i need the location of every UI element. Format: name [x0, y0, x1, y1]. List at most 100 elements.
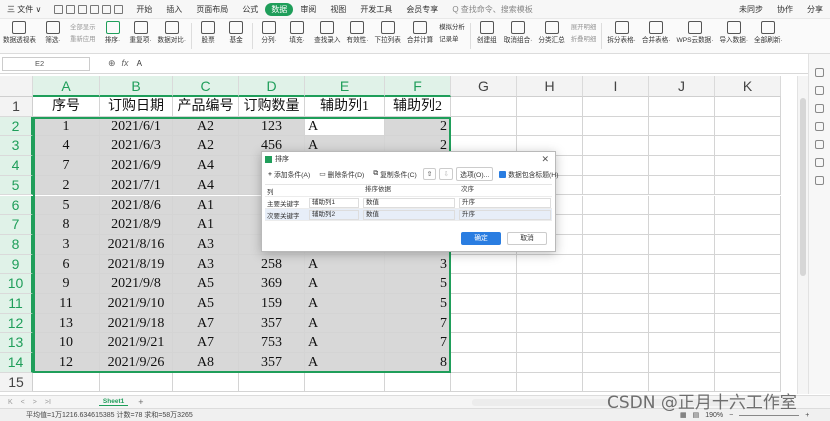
cell-c4[interactable]: A4: [173, 156, 239, 176]
cell-e1[interactable]: 辅助列1: [305, 97, 385, 117]
cell-h11[interactable]: [517, 294, 583, 314]
primary-condition-row[interactable]: 主要关键字 辅助列1 数值 升序: [265, 197, 552, 209]
cell-h10[interactable]: [517, 274, 583, 294]
cell-d13[interactable]: 753: [239, 333, 305, 354]
cell-d12[interactable]: 357: [239, 313, 305, 334]
cell-d15[interactable]: [239, 372, 305, 393]
command-search[interactable]: Q 查找命令、搜索模板: [445, 0, 539, 19]
fx-icon[interactable]: fx: [122, 58, 129, 69]
cell-c12[interactable]: A7: [173, 313, 239, 334]
redo-icon[interactable]: [114, 4, 124, 14]
cell-b1[interactable]: 订购日期: [100, 97, 173, 117]
cell-j2[interactable]: [649, 116, 715, 137]
cell-k2[interactable]: [715, 116, 781, 137]
prev-sheet-icon[interactable]: <: [21, 399, 25, 406]
cell-b9[interactable]: 2021/8/19: [100, 254, 173, 275]
cell-i4[interactable]: [583, 156, 649, 176]
split-table-button[interactable]: 拆分表格·: [604, 19, 639, 45]
cell-b14[interactable]: 2021/9/26: [100, 353, 173, 373]
tab-data[interactable]: 数据: [265, 2, 294, 16]
cell-j1[interactable]: [649, 97, 715, 117]
cell-a15[interactable]: [33, 372, 100, 393]
cell-a12[interactable]: 13: [33, 313, 100, 334]
row-header-12[interactable]: 12: [0, 313, 33, 334]
cell-a10[interactable]: 9: [33, 274, 100, 294]
cell-c15[interactable]: [173, 372, 239, 393]
cell-f11[interactable]: 5: [385, 294, 451, 314]
cell-e2[interactable]: A: [305, 116, 385, 137]
tab-view[interactable]: 视图: [323, 0, 353, 19]
cell-i6[interactable]: [583, 195, 649, 216]
secondary-basis-select[interactable]: 数值: [363, 209, 455, 220]
cell-e14[interactable]: A: [305, 353, 385, 373]
cell-f13[interactable]: 7: [385, 333, 451, 354]
row-header-3[interactable]: 3: [0, 136, 33, 157]
settings-icon[interactable]: [815, 122, 824, 131]
cell-f2[interactable]: 2: [385, 116, 451, 137]
cell-c10[interactable]: A5: [173, 274, 239, 294]
save-icon[interactable]: [54, 4, 64, 14]
subtotal-button[interactable]: 分类汇总: [535, 19, 567, 45]
image-icon[interactable]: [815, 158, 824, 167]
cell-e12[interactable]: A: [305, 313, 385, 334]
add-sheet-button[interactable]: +: [138, 397, 143, 407]
export-icon[interactable]: [90, 4, 100, 14]
secondary-column-select[interactable]: 辅助列2: [309, 209, 359, 220]
cell-k10[interactable]: [715, 274, 781, 294]
cell-b2[interactable]: 2021/6/1: [100, 116, 173, 137]
cell-a11[interactable]: 11: [33, 294, 100, 314]
cell-k6[interactable]: [715, 195, 781, 216]
cell-b4[interactable]: 2021/6/9: [100, 156, 173, 176]
cell-j12[interactable]: [649, 313, 715, 334]
tab-formulas[interactable]: 公式: [235, 0, 265, 19]
stock-button[interactable]: 股票: [194, 19, 222, 45]
cell-g15[interactable]: [451, 372, 517, 393]
last-sheet-icon[interactable]: >I: [45, 399, 51, 406]
sort-button[interactable]: 排序·: [99, 19, 127, 45]
cell-b11[interactable]: 2021/9/10: [100, 294, 173, 314]
cell-c3[interactable]: A2: [173, 136, 239, 157]
cell-i2[interactable]: [583, 116, 649, 137]
tab-developer[interactable]: 开发工具: [353, 0, 399, 19]
help-icon[interactable]: [815, 140, 824, 149]
delete-condition-button[interactable]: ▭ 删除条件(D): [316, 168, 367, 180]
cell-i10[interactable]: [583, 274, 649, 294]
print-icon[interactable]: [66, 4, 76, 14]
cell-h12[interactable]: [517, 313, 583, 334]
move-down-button[interactable]: ⇩: [439, 168, 454, 180]
cell-b6[interactable]: 2021/8/6: [100, 195, 173, 216]
column-header-k[interactable]: K: [715, 76, 781, 97]
select-all-corner[interactable]: [0, 76, 33, 97]
compare-button[interactable]: 数据对比·: [155, 19, 190, 45]
cell-j10[interactable]: [649, 274, 715, 294]
cell-a7[interactable]: 8: [33, 215, 100, 235]
cell-j5[interactable]: [649, 175, 715, 196]
filter-button[interactable]: 筛选·: [39, 19, 67, 45]
collapse-detail-button[interactable]: 折叠明细: [571, 34, 597, 43]
dropdown-list-button[interactable]: 下拉列表: [371, 19, 403, 45]
row-header-9[interactable]: 9: [0, 254, 33, 275]
primary-order-select[interactable]: 升序: [459, 197, 551, 208]
cell-i3[interactable]: [583, 136, 649, 157]
cell-j13[interactable]: [649, 333, 715, 354]
sync-status[interactable]: 未同步: [732, 0, 770, 19]
sheet-tab-sheet1[interactable]: Sheet1: [98, 398, 129, 406]
cell-g12[interactable]: [451, 313, 517, 334]
validation-button[interactable]: 有效性·: [343, 19, 371, 45]
cell-c1[interactable]: 产品编号: [173, 97, 239, 117]
cell-k4[interactable]: [715, 156, 781, 176]
cell-i11[interactable]: [583, 294, 649, 314]
consolidate-button[interactable]: 合并计算: [404, 19, 436, 45]
show-all-button[interactable]: 全部显示: [70, 22, 96, 31]
cell-c5[interactable]: A4: [173, 175, 239, 196]
cloud-data-button[interactable]: WPS云数据·: [673, 19, 716, 45]
file-menu[interactable]: 三 文件 ∨: [0, 0, 48, 19]
tab-insert[interactable]: 插入: [159, 0, 189, 19]
copy-condition-button[interactable]: ⧉ 复制条件(C): [370, 168, 419, 180]
cell-f1[interactable]: 辅助列2: [385, 97, 451, 117]
split-column-button[interactable]: 分列·: [255, 19, 283, 45]
row-header-4[interactable]: 4: [0, 156, 33, 176]
cell-b13[interactable]: 2021/9/21: [100, 333, 173, 354]
cell-i9[interactable]: [583, 254, 649, 275]
column-header-c[interactable]: C: [173, 76, 239, 97]
